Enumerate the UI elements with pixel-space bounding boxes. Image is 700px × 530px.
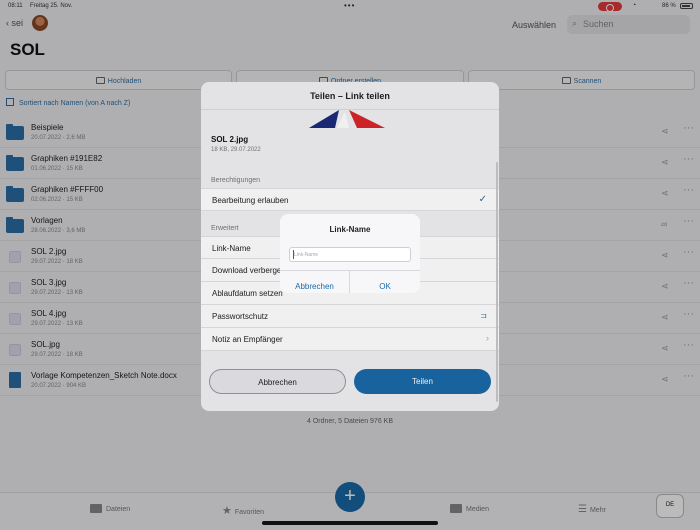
link-name-input[interactable] [289,247,411,262]
home-indicator[interactable] [262,521,438,525]
text-caret [293,250,294,259]
dialog-ok-button[interactable]: OK [350,271,420,293]
dialog-cancel-button[interactable]: Abbrechen [280,271,350,293]
dialog-buttons: Abbrechen OK [280,270,420,293]
link-name-dialog: Link-Name Abbrechen OK [280,214,420,293]
dialog-title: Link-Name [329,225,371,234]
